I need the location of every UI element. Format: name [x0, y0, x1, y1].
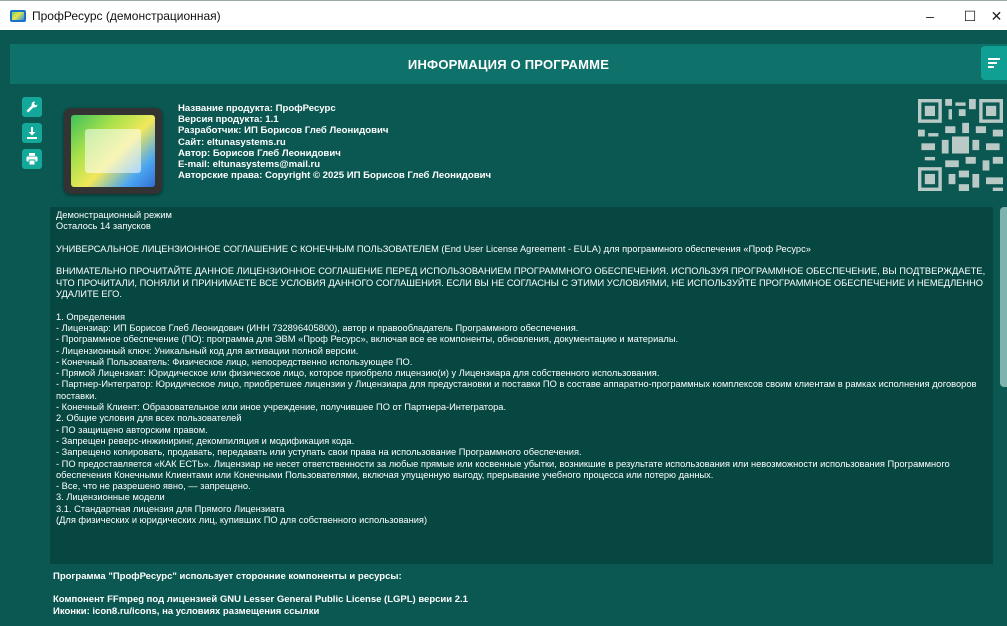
ffmpeg-notice: Компонент FFmpeg под лицензией GNU Lesse… — [53, 594, 468, 605]
license-line: - ПО предоставляется «КАК ЕСТЬ». Лицензи… — [56, 458, 953, 480]
license-line — [56, 255, 987, 266]
download-button[interactable] — [22, 123, 42, 143]
license-line: - Конечный Пользователь: Физическое лицо… — [56, 356, 413, 367]
window-titlebar: ПрофРесурс (демонстрационная) – ☐ ✕ — [0, 0, 1007, 30]
qr-code-icon — [918, 99, 1003, 191]
license-line: 1. Определения — [56, 311, 125, 322]
minimize-button[interactable]: – — [911, 1, 949, 31]
icons-notice: Иконки: icon8.ru/icons, на условиях разм… — [53, 605, 320, 617]
product-author: Автор: Борисов Глеб Леонидович — [178, 147, 341, 159]
license-line: - Лицензионный ключ: Уникальный код для … — [56, 345, 359, 356]
license-line: 2. Общие условия для всех пользователей — [56, 413, 242, 424]
page-header: ИНФОРМАЦИЯ О ПРОГРАММЕ — [10, 44, 1007, 84]
close-button[interactable]: ✕ — [986, 1, 1007, 31]
settings-button[interactable] — [22, 97, 42, 117]
license-line: Демонстрационный режим — [56, 210, 172, 220]
license-line — [56, 300, 987, 311]
license-line: (Для физических и юридических лиц, купив… — [56, 515, 428, 526]
license-line: - Все, что не разрешено явно, — запрещен… — [56, 481, 251, 492]
window-title: ПрофРесурс (демонстрационная) — [32, 8, 221, 23]
filter-menu-icon — [988, 58, 1000, 68]
page-title: ИНФОРМАЦИЯ О ПРОГРАММЕ — [407, 56, 610, 72]
menu-button[interactable] — [981, 46, 1007, 80]
wrench-icon — [26, 101, 38, 113]
license-line: - Запрещено копировать, продавать, перед… — [56, 447, 582, 458]
license-line: - Прямой Лицензиат: Юридическое или физи… — [56, 368, 660, 379]
product-site: Сайт: eltunasystems.ru — [178, 136, 286, 148]
license-scrollbar-thumb[interactable] — [1000, 207, 1007, 387]
license-line: - Конечный Клиент: Образовательное или и… — [56, 402, 507, 413]
license-line — [56, 233, 987, 244]
license-line: - ПО защищено авторским правом. — [56, 424, 208, 435]
third-party-notice: Программа "ПрофРесурс" использует сторон… — [53, 571, 468, 617]
license-line: - Партнер-Интегратор: Юридическое лицо, … — [56, 379, 980, 401]
third-party-heading: Программа "ПрофРесурс" использует сторон… — [53, 571, 402, 582]
download-icon — [27, 127, 37, 139]
license-line: - Лицензиар: ИП Борисов Глеб Леонидович … — [56, 322, 579, 333]
product-logo — [64, 108, 162, 194]
product-copyright: Авторские права: Copyright © 2025 ИП Бор… — [178, 170, 492, 182]
product-developer: Разработчик: ИП Борисов Глеб Леонидович — [178, 125, 389, 137]
license-line: УНИВЕРСАЛЬНОЕ ЛИЦЕНЗИОННОЕ СОГЛАШЕНИЕ С … — [56, 243, 811, 254]
print-icon — [26, 153, 38, 166]
print-button[interactable] — [22, 149, 42, 169]
license-line: 3. Лицензионные модели — [56, 492, 165, 503]
license-line: - Программное обеспечение (ПО): программ… — [56, 334, 679, 345]
license-line: - Запрещен реверс-инжиниринг, декомпиляц… — [56, 435, 355, 446]
product-version: Версия продукта: 1.1 — [178, 114, 279, 126]
app-icon — [10, 9, 26, 22]
product-info: Название продукта: ПрофРесурс Версия про… — [178, 103, 491, 181]
license-line: Осталось 14 запусков — [56, 221, 151, 232]
product-name: Название продукта: ПрофРесурс — [178, 103, 336, 114]
license-text-area[interactable]: Демонстрационный режим Осталось 14 запус… — [50, 207, 993, 564]
license-line: ВНИМАТЕЛЬНО ПРОЧИТАЙТЕ ДАННОЕ ЛИЦЕНЗИОНН… — [56, 266, 988, 300]
license-line: 3.1. Стандартная лицензия для Прямого Ли… — [56, 503, 285, 514]
product-email: E-mail: eltunasystems@mail.ru — [178, 159, 321, 171]
maximize-button[interactable]: ☐ — [951, 1, 989, 31]
